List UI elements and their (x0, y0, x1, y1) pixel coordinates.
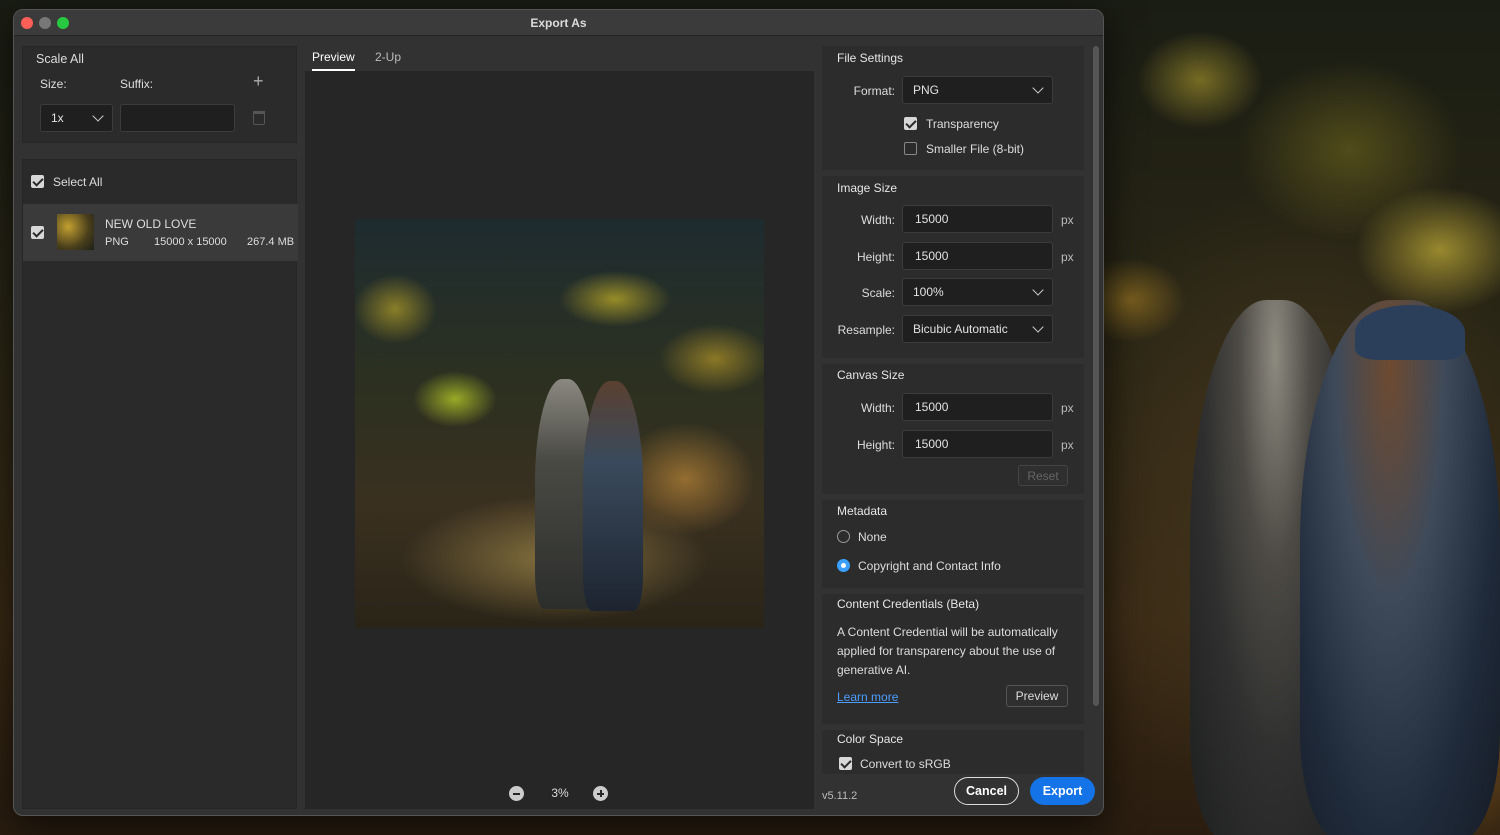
convert-srgb-checkbox[interactable] (839, 757, 852, 770)
smaller-file-checkbox[interactable] (904, 142, 917, 155)
canvas-height-unit: px (1061, 438, 1074, 452)
content-credentials-section: Content Credentials (Beta) A Content Cre… (822, 594, 1084, 724)
chevron-down-icon (1032, 284, 1044, 296)
select-all-label: Select All (53, 175, 103, 189)
preview-tabs: Preview 2-Up (304, 46, 814, 72)
scale-all-heading: Scale All (36, 52, 84, 66)
window-title: Export As (530, 16, 587, 30)
asset-checkbox[interactable] (31, 226, 44, 239)
settings-scrollbar[interactable] (1093, 46, 1099, 706)
add-scale-icon[interactable]: + (253, 71, 264, 92)
color-space-heading: Color Space (837, 732, 904, 746)
smaller-file-label: Smaller File (8-bit) (926, 142, 1025, 156)
canvas-width-input[interactable]: 15000 (902, 393, 1053, 421)
file-settings-heading: File Settings (837, 51, 904, 65)
learn-more-link[interactable]: Learn more (837, 690, 898, 704)
canvas-width-label: Width: (860, 401, 895, 415)
metadata-none-radio[interactable] (837, 530, 850, 543)
scale-select[interactable]: 100% (902, 278, 1053, 306)
scale-select-value: 100% (913, 285, 944, 299)
scale-all-panel: Scale All Size: Suffix: + 1x (22, 46, 297, 143)
convert-srgb-label: Convert to sRGB (860, 757, 951, 771)
asset-format: PNG (105, 236, 129, 248)
metadata-heading: Metadata (837, 504, 888, 518)
zoom-level: 3% (551, 786, 569, 800)
suffix-label: Suffix: (120, 77, 154, 91)
cancel-button[interactable]: Cancel (954, 777, 1019, 805)
chevron-down-icon (92, 110, 104, 122)
zoom-out-icon[interactable] (509, 786, 524, 801)
metadata-copyright-label: Copyright and Contact Info (858, 559, 1001, 573)
asset-list-panel: Select All NEW OLD LOVE PNG 15000 x 1500… (22, 159, 298, 809)
chevron-down-icon (1032, 82, 1044, 94)
canvas-size-section: Canvas Size Width: 15000 px Height: 1500… (822, 364, 1084, 494)
size-label: Size: (40, 77, 67, 91)
asset-dimensions: 15000 x 15000 (154, 236, 227, 248)
asset-row[interactable]: NEW OLD LOVE PNG 15000 x 15000 267.4 MB (23, 204, 298, 261)
metadata-section: Metadata None Copyright and Contact Info (822, 500, 1084, 588)
zoom-in-icon[interactable] (593, 786, 608, 801)
color-space-section: Color Space Convert to sRGB (822, 730, 1084, 774)
select-all-checkbox[interactable] (31, 175, 44, 188)
metadata-copyright-radio[interactable] (837, 559, 850, 572)
image-size-section: Image Size Width: 15000 px Height: 15000… (822, 176, 1084, 358)
resample-label: Resample: (837, 323, 895, 337)
background-figure-man (1300, 300, 1500, 835)
content-credentials-text-1: A Content Credential will be automatical… (837, 625, 1058, 639)
image-size-heading: Image Size (837, 181, 898, 195)
image-height-unit: px (1061, 250, 1074, 264)
format-label: Format: (853, 84, 895, 98)
reset-button[interactable]: Reset (1018, 465, 1068, 486)
scale-label: Scale: (861, 286, 895, 300)
tab-2-up[interactable]: 2-Up (375, 50, 401, 64)
transparency-label: Transparency (926, 117, 999, 131)
export-button[interactable]: Export (1030, 777, 1095, 805)
canvas-height-label: Height: (856, 438, 895, 452)
size-select-value: 1x (51, 111, 64, 125)
image-width-unit: px (1061, 213, 1074, 227)
format-select[interactable]: PNG (902, 76, 1053, 104)
resample-select[interactable]: Bicubic Automatic (902, 315, 1053, 343)
canvas-size-heading: Canvas Size (837, 368, 905, 382)
asset-name: NEW OLD LOVE (105, 217, 197, 231)
size-select[interactable]: 1x (40, 104, 113, 132)
preview-figure-man (583, 381, 643, 611)
chevron-down-icon (1032, 321, 1044, 333)
version-label: v5.11.2 (822, 790, 858, 802)
background-hat (1355, 305, 1465, 360)
asset-size: 267.4 MB (247, 236, 295, 248)
content-credentials-heading: Content Credentials (Beta) (837, 597, 980, 611)
trash-icon[interactable] (253, 111, 265, 125)
preview-canvas: 3% (305, 71, 814, 809)
image-height-label: Height: (856, 250, 895, 264)
image-width-input[interactable]: 15000 (902, 205, 1053, 233)
tab-preview[interactable]: Preview (312, 50, 355, 71)
asset-thumbnail (57, 214, 94, 250)
export-as-dialog: Export As Scale All Size: Suffix: + 1x S… (13, 9, 1104, 816)
content-credentials-text-2: applied for transparency about the use o… (837, 644, 1056, 658)
format-select-value: PNG (913, 83, 940, 97)
resample-select-value: Bicubic Automatic (913, 322, 1008, 336)
canvas-height-input[interactable]: 15000 (902, 430, 1053, 458)
title-bar: Export As (14, 10, 1103, 36)
metadata-none-label: None (858, 530, 887, 544)
transparency-checkbox[interactable] (904, 117, 917, 130)
file-settings-section: File Settings Format: PNG Transparency S… (822, 46, 1084, 170)
image-width-label: Width: (860, 213, 895, 227)
canvas-width-unit: px (1061, 401, 1074, 415)
preview-image (355, 219, 764, 628)
suffix-input[interactable] (120, 104, 235, 132)
content-credentials-text-3: generative AI. (837, 663, 911, 677)
credentials-preview-button[interactable]: Preview (1006, 685, 1068, 707)
image-height-input[interactable]: 15000 (902, 242, 1053, 270)
